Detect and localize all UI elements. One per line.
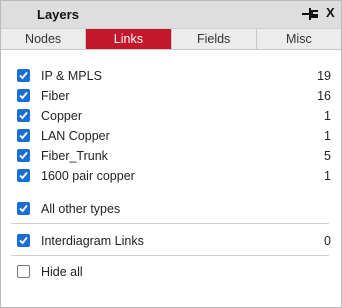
tab-misc[interactable]: Misc [256, 29, 341, 49]
interdiagram-links-checkbox[interactable] [17, 234, 30, 247]
hide-all-checkbox[interactable] [17, 265, 30, 278]
interdiagram-links-count: 0 [324, 234, 331, 248]
divider [11, 255, 329, 256]
all-other-types-label: All other types [41, 202, 121, 216]
all-other-types-checkbox[interactable] [17, 202, 30, 215]
list-item[interactable]: 1600 pair copper 1 [1, 166, 341, 186]
link-type-count: 1 [324, 129, 331, 143]
link-type-label: LAN Copper [41, 129, 110, 143]
link-type-checkbox[interactable] [17, 129, 30, 142]
link-type-checkbox[interactable] [17, 109, 30, 122]
close-icon[interactable]: X [326, 5, 338, 21]
link-type-checkbox[interactable] [17, 69, 30, 82]
link-type-label: Copper [41, 109, 82, 123]
list-item[interactable]: IP & MPLS 19 [1, 66, 341, 86]
list-item[interactable]: Fiber_Trunk 5 [1, 146, 341, 166]
list-item[interactable]: LAN Copper 1 [1, 126, 341, 146]
layers-panel: Layers X Nodes Links Fields Misc IP & MP… [0, 0, 342, 308]
link-type-label: Fiber [41, 89, 70, 103]
link-type-count: 16 [317, 89, 331, 103]
link-type-label: IP & MPLS [41, 69, 102, 83]
hide-all-option[interactable]: Hide all [1, 262, 341, 282]
hide-all-label: Hide all [41, 265, 83, 279]
link-type-checkbox[interactable] [17, 149, 30, 162]
list-item[interactable]: Copper 1 [1, 106, 341, 126]
tab-links[interactable]: Links [86, 29, 172, 49]
tab-bar: Nodes Links Fields Misc [1, 29, 341, 50]
link-type-label: Fiber_Trunk [41, 149, 108, 163]
link-type-label: 1600 pair copper [41, 169, 135, 183]
link-type-checkbox[interactable] [17, 169, 30, 182]
link-type-count: 19 [317, 69, 331, 83]
pin-icon[interactable] [302, 7, 320, 21]
interdiagram-links-label: Interdiagram Links [41, 234, 144, 248]
list-item[interactable]: Fiber 16 [1, 86, 341, 106]
link-type-count: 1 [324, 169, 331, 183]
tab-fields[interactable]: Fields [171, 29, 257, 49]
panel-title: Layers [37, 7, 79, 22]
link-type-count: 5 [324, 149, 331, 163]
divider [11, 223, 329, 224]
panel-titlebar[interactable]: Layers X [1, 1, 341, 29]
tab-nodes[interactable]: Nodes [1, 29, 87, 49]
interdiagram-links-option[interactable]: Interdiagram Links 0 [1, 231, 341, 251]
link-type-count: 1 [324, 109, 331, 123]
link-type-checkbox[interactable] [17, 89, 30, 102]
all-other-types-option[interactable]: All other types [1, 199, 341, 219]
